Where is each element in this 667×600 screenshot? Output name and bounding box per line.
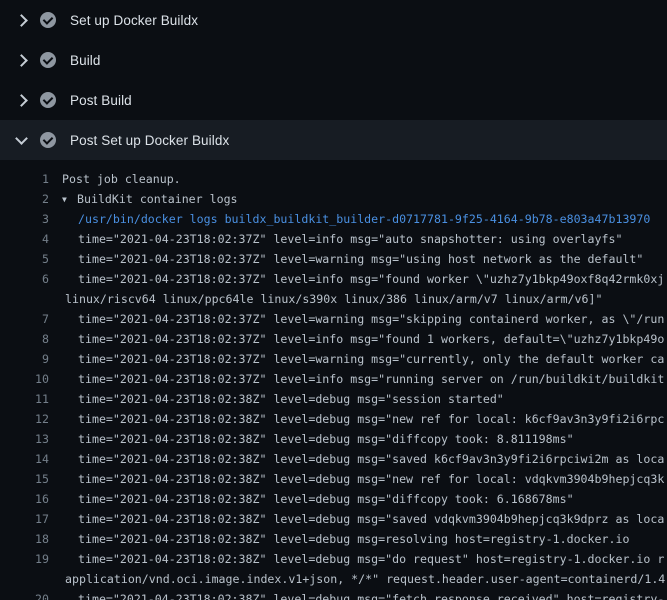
log-line-text: time="2021-04-23T18:02:37Z" level=warnin…	[49, 309, 664, 329]
log-line-number[interactable]: 13	[0, 429, 49, 449]
log-line-number[interactable]: 12	[0, 409, 49, 429]
triangle-down-icon[interactable]: ▼	[62, 190, 77, 209]
log-line-text: time="2021-04-23T18:02:38Z" level=debug …	[49, 509, 664, 529]
log-line: 6 time="2021-04-23T18:02:37Z" level=info…	[0, 269, 667, 289]
log-line-text: time="2021-04-23T18:02:38Z" level=debug …	[49, 589, 664, 600]
check-circle-icon	[40, 92, 56, 108]
log-line-number[interactable]: 7	[0, 309, 49, 329]
log-line-text: time="2021-04-23T18:02:38Z" level=debug …	[49, 389, 504, 409]
log-group-header-text[interactable]: ▼BuildKit container logs	[49, 189, 238, 209]
step-build[interactable]: Build	[0, 40, 667, 80]
step-label: Post Set up Docker Buildx	[70, 133, 229, 148]
log-line: 20 time="2021-04-23T18:02:38Z" level=deb…	[0, 589, 667, 600]
log-line-text: time="2021-04-23T18:02:38Z" level=debug …	[49, 529, 629, 549]
log-line-text: application/vnd.oci.image.index.v1+json,…	[49, 569, 665, 589]
chevron-right-icon[interactable]	[12, 16, 30, 25]
log-line-number[interactable]: 3	[0, 209, 49, 229]
log-line: 16 time="2021-04-23T18:02:38Z" level=deb…	[0, 489, 667, 509]
log-line-number[interactable]: 15	[0, 469, 49, 489]
log-line-number[interactable]: 14	[0, 449, 49, 469]
log-line: 7 time="2021-04-23T18:02:37Z" level=warn…	[0, 309, 667, 329]
steps-list: Set up Docker Buildx Build Post Build Po…	[0, 0, 667, 160]
log-line: 5 time="2021-04-23T18:02:37Z" level=warn…	[0, 249, 667, 269]
log-line-text: time="2021-04-23T18:02:37Z" level=warnin…	[49, 349, 664, 369]
log-line-number[interactable]: 2	[0, 189, 49, 209]
check-circle-icon	[40, 132, 56, 148]
log-line-number[interactable]: 19	[0, 549, 49, 569]
log-line-number[interactable]: 18	[0, 529, 49, 549]
log-line: 4 time="2021-04-23T18:02:37Z" level=info…	[0, 229, 667, 249]
step-set-up-docker-buildx[interactable]: Set up Docker Buildx	[0, 0, 667, 40]
log-line-number[interactable]: 16	[0, 489, 49, 509]
log-viewer: 1 Post job cleanup. 2 ▼BuildKit containe…	[0, 160, 667, 600]
log-line-number[interactable]: 5	[0, 249, 49, 269]
check-circle-icon	[40, 52, 56, 68]
log-command-text: /usr/bin/docker logs buildx_buildkit_bui…	[49, 209, 650, 229]
log-line: 17 time="2021-04-23T18:02:38Z" level=deb…	[0, 509, 667, 529]
log-line: 15 time="2021-04-23T18:02:38Z" level=deb…	[0, 469, 667, 489]
log-line: 18 time="2021-04-23T18:02:38Z" level=deb…	[0, 529, 667, 549]
actions-log-panel: Set up Docker Buildx Build Post Build Po…	[0, 0, 667, 600]
log-line-continuation: application/vnd.oci.image.index.v1+json,…	[0, 569, 667, 589]
log-line-number[interactable]: 10	[0, 369, 49, 389]
log-line: 3 /usr/bin/docker logs buildx_buildkit_b…	[0, 209, 667, 229]
log-line-number[interactable]: 11	[0, 389, 49, 409]
step-post-set-up-docker-buildx[interactable]: Post Set up Docker Buildx	[0, 120, 667, 160]
log-line-number	[0, 569, 49, 589]
log-line-number[interactable]: 1	[0, 169, 49, 189]
log-line: 10 time="2021-04-23T18:02:37Z" level=inf…	[0, 369, 667, 389]
step-label: Set up Docker Buildx	[70, 13, 198, 28]
step-post-build[interactable]: Post Build	[0, 80, 667, 120]
log-line-text: time="2021-04-23T18:02:37Z" level=warnin…	[49, 249, 643, 269]
step-label: Post Build	[70, 93, 132, 108]
log-line: 13 time="2021-04-23T18:02:38Z" level=deb…	[0, 429, 667, 449]
log-line-number[interactable]: 9	[0, 349, 49, 369]
log-line-text: time="2021-04-23T18:02:38Z" level=debug …	[49, 449, 664, 469]
log-line-number[interactable]: 6	[0, 269, 49, 289]
log-line-text: Post job cleanup.	[49, 169, 181, 189]
log-line-number	[0, 289, 49, 309]
log-line-text: linux/riscv64 linux/ppc64le linux/s390x …	[49, 289, 602, 309]
chevron-right-icon[interactable]	[12, 96, 30, 105]
log-line: 19 time="2021-04-23T18:02:38Z" level=deb…	[0, 549, 667, 569]
log-line-continuation: linux/riscv64 linux/ppc64le linux/s390x …	[0, 289, 667, 309]
log-line: 8 time="2021-04-23T18:02:37Z" level=info…	[0, 329, 667, 349]
log-line-number[interactable]: 8	[0, 329, 49, 349]
log-line: 11 time="2021-04-23T18:02:38Z" level=deb…	[0, 389, 667, 409]
log-line-text: time="2021-04-23T18:02:38Z" level=debug …	[49, 469, 664, 489]
log-line: 1 Post job cleanup.	[0, 169, 667, 189]
log-line-text: time="2021-04-23T18:02:37Z" level=info m…	[49, 369, 664, 389]
log-line-number[interactable]: 20	[0, 589, 49, 600]
log-line: 9 time="2021-04-23T18:02:37Z" level=warn…	[0, 349, 667, 369]
step-label: Build	[70, 53, 101, 68]
log-line: 12 time="2021-04-23T18:02:38Z" level=deb…	[0, 409, 667, 429]
log-line-text: time="2021-04-23T18:02:37Z" level=info m…	[49, 329, 664, 349]
log-line: 14 time="2021-04-23T18:02:38Z" level=deb…	[0, 449, 667, 469]
log-line-text: time="2021-04-23T18:02:38Z" level=debug …	[49, 429, 574, 449]
log-group-header[interactable]: 2 ▼BuildKit container logs	[0, 189, 667, 209]
chevron-down-icon[interactable]	[12, 137, 30, 143]
log-line-number[interactable]: 17	[0, 509, 49, 529]
log-line-text: time="2021-04-23T18:02:37Z" level=info m…	[49, 229, 622, 249]
log-line-text: time="2021-04-23T18:02:38Z" level=debug …	[49, 549, 664, 569]
log-line-text: time="2021-04-23T18:02:38Z" level=debug …	[49, 409, 664, 429]
log-line-text: time="2021-04-23T18:02:37Z" level=info m…	[49, 269, 664, 289]
log-line-text: time="2021-04-23T18:02:38Z" level=debug …	[49, 489, 574, 509]
log-group-title: BuildKit container logs	[77, 192, 238, 206]
log-line-number[interactable]: 4	[0, 229, 49, 249]
chevron-right-icon[interactable]	[12, 56, 30, 65]
check-circle-icon	[40, 12, 56, 28]
